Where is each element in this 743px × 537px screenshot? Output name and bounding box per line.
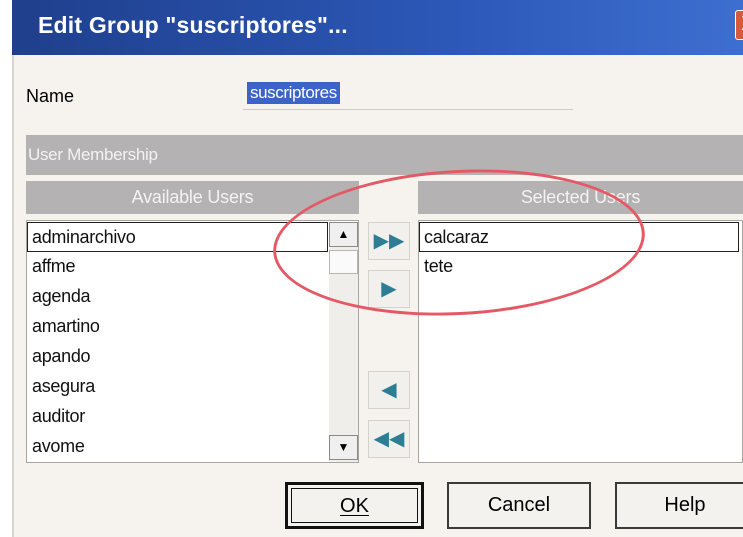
- scroll-up-icon[interactable]: ▲: [329, 222, 358, 247]
- selected-users-header: Selected Users: [418, 181, 743, 214]
- help-button-label: Help: [664, 494, 706, 516]
- user-membership-label: User Membership: [28, 145, 158, 164]
- cancel-button[interactable]: Cancel: [447, 482, 591, 529]
- cancel-button-label: Cancel: [487, 494, 551, 516]
- list-item[interactable]: adminarchivo: [27, 222, 328, 252]
- help-button[interactable]: Help: [615, 482, 743, 529]
- scroll-down-icon[interactable]: ▼: [329, 435, 358, 460]
- ok-button-label: OK: [340, 495, 369, 517]
- list-item[interactable]: amartino: [32, 316, 100, 337]
- list-item[interactable]: agenda: [32, 286, 91, 307]
- name-field-value[interactable]: suscriptores: [247, 82, 340, 104]
- name-label: Name: [26, 86, 75, 106]
- list-item[interactable]: affme: [32, 256, 76, 277]
- list-item[interactable]: calcaraz: [419, 222, 739, 252]
- close-button[interactable]: X: [735, 10, 743, 40]
- remove-button[interactable]: ◀: [368, 371, 410, 409]
- window-title: Edit Group "suscriptores"...: [38, 12, 348, 38]
- remove-all-button[interactable]: ◀◀: [368, 420, 410, 458]
- available-users-header: Available Users: [26, 181, 359, 214]
- list-item[interactable]: apando: [32, 346, 91, 367]
- selected-users-list[interactable]: calcaraz tete: [418, 220, 743, 463]
- available-users-list[interactable]: adminarchivo affme agenda amartino apand…: [26, 220, 359, 463]
- scroll-thumb[interactable]: [329, 250, 358, 274]
- title-bar[interactable]: Edit Group "suscriptores"... X: [12, 0, 743, 55]
- list-item[interactable]: asegura: [32, 376, 95, 397]
- add-button[interactable]: ▶: [368, 270, 410, 308]
- ok-button[interactable]: OK: [285, 482, 424, 529]
- user-membership-header: User Membership: [26, 135, 743, 175]
- list-item[interactable]: auditor: [32, 406, 85, 427]
- list-item[interactable]: avome: [32, 436, 85, 457]
- available-users-scrollbar[interactable]: ▲ ▼: [329, 222, 358, 462]
- add-all-button[interactable]: ▶▶: [368, 222, 410, 260]
- list-item[interactable]: tete: [424, 256, 453, 277]
